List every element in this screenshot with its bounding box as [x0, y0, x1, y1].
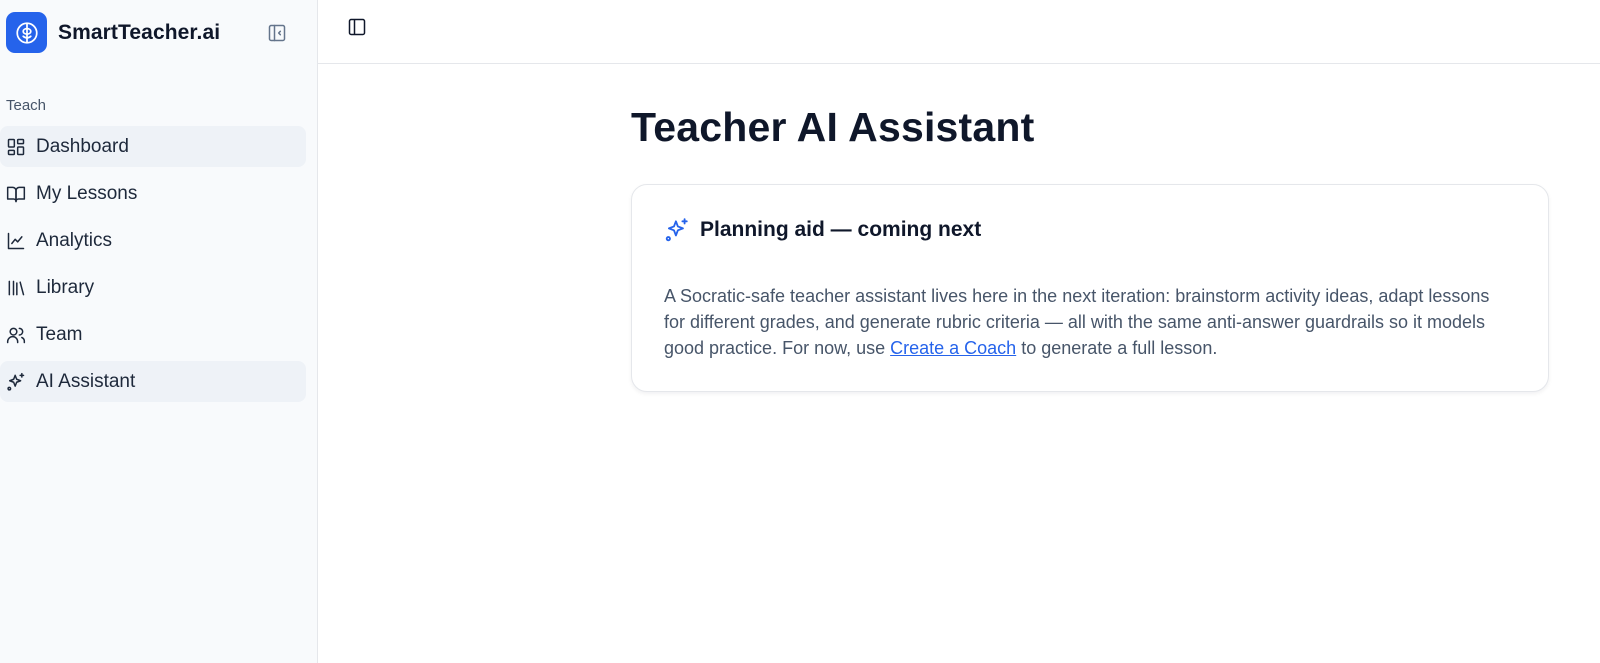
top-bar: [318, 0, 1600, 64]
sidebar-item-label: Team: [36, 323, 83, 345]
section-label-teach: Teach: [6, 97, 47, 114]
sidebar-item-label: Analytics: [36, 229, 113, 251]
sidebar-item-label: Library: [36, 276, 95, 298]
panel-left-icon: [348, 18, 366, 36]
sidebar-collapse-icon: [268, 24, 286, 42]
sidebar: SmartTeacher.ai Teach Dashboard My Lesso…: [0, 0, 318, 663]
brain-icon: [6, 12, 47, 53]
collapse-sidebar-button[interactable]: [265, 21, 289, 45]
toggle-sidebar-button[interactable]: [346, 16, 368, 38]
card-description: A Socratic-safe teacher assistant lives …: [664, 283, 1494, 361]
card-body-text-end: to generate a full lesson.: [1016, 338, 1218, 358]
sidebar-item-label: AI Assistant: [36, 370, 136, 392]
sidebar-item-ai-assistant[interactable]: AI Assistant: [0, 361, 306, 402]
sparkles-icon: [6, 372, 26, 392]
sidebar-item-label: My Lessons: [36, 182, 138, 204]
users-icon: [6, 325, 26, 345]
sidebar-item-dashboard[interactable]: Dashboard: [0, 126, 306, 167]
card-header: Planning aid — coming next: [664, 217, 981, 243]
app: SmartTeacher.ai Teach Dashboard My Lesso…: [0, 0, 1600, 663]
main-content: Teacher AI Assistant Planning aid — comi…: [318, 0, 1600, 663]
planning-aid-card: Planning aid — coming next A Socratic-sa…: [631, 184, 1549, 392]
sparkles-icon: [665, 218, 688, 242]
library-icon: [6, 278, 26, 298]
brand[interactable]: SmartTeacher.ai: [6, 12, 220, 53]
sidebar-item-library[interactable]: Library: [0, 267, 306, 308]
sidebar-item-analytics[interactable]: Analytics: [0, 220, 306, 261]
sidebar-item-my-lessons[interactable]: My Lessons: [0, 173, 306, 214]
sidebar-nav: Dashboard My Lessons Analytics Library T…: [0, 126, 306, 408]
sidebar-item-label: Dashboard: [36, 135, 129, 157]
line-chart-icon: [6, 231, 26, 251]
book-open-icon: [6, 184, 26, 204]
dashboard-icon: [6, 137, 26, 157]
brand-name: SmartTeacher.ai: [58, 20, 221, 44]
create-a-coach-link[interactable]: Create a Coach: [890, 338, 1016, 358]
card-title: Planning aid — coming next: [700, 218, 982, 241]
sidebar-item-team[interactable]: Team: [0, 314, 306, 355]
page-title: Teacher AI Assistant: [631, 104, 1035, 150]
